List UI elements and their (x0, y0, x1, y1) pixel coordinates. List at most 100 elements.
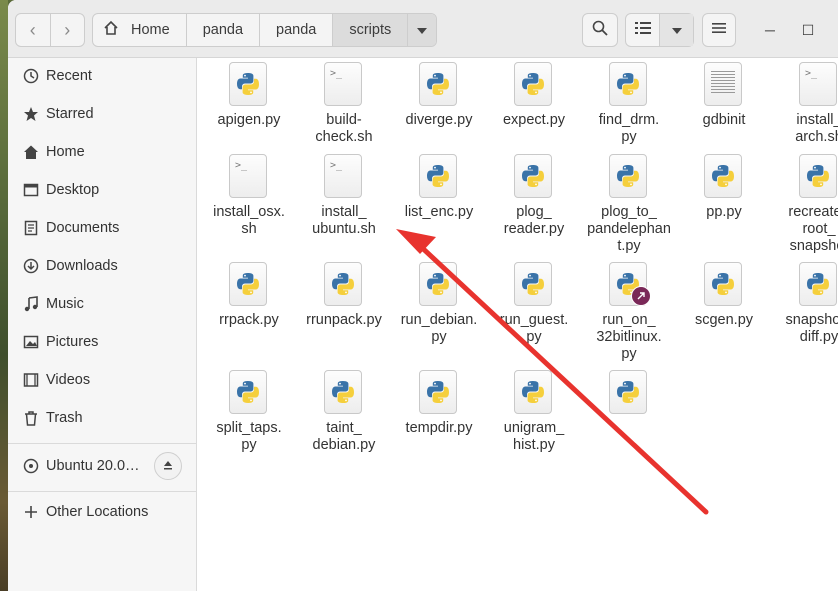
python-file-icon (799, 154, 838, 200)
sidebar-item-starred[interactable]: Starred (8, 96, 197, 132)
python-file-icon (419, 262, 459, 308)
file-item-plog-reader-py[interactable]: plog_ reader.py (486, 154, 582, 238)
sidebar-item-label: Music (46, 296, 84, 312)
file-item-rrunpack-py[interactable]: rrunpack.py (296, 262, 392, 329)
list-view-icon (634, 21, 651, 40)
breadcrumb-label: panda (202, 22, 244, 38)
breadcrumb-menu-button[interactable] (408, 14, 436, 46)
sidebar-item-videos[interactable]: Videos (8, 362, 197, 398)
search-button[interactable] (582, 13, 618, 47)
file-name: install_ arch.sh (795, 112, 838, 145)
sidebar-item-other-locations[interactable]: Other Locations (8, 494, 197, 530)
file-item-unigram-hist-py[interactable]: unigram_ hist.py (486, 370, 582, 454)
sidebar-item-label: Starred (46, 106, 94, 122)
file-item-apigen-py[interactable]: apigen.py (201, 62, 297, 129)
file-item-pp-py[interactable]: pp.py (676, 154, 772, 221)
videos-icon (22, 371, 40, 389)
breadcrumb-panda-2[interactable]: panda (260, 14, 334, 46)
breadcrumb-home[interactable]: Home (93, 14, 187, 46)
file-item-snapshot-diff-py[interactable]: snapshot_ diff.py (771, 262, 838, 346)
file-name: run_debian. py (400, 312, 478, 345)
maximize-button[interactable]: ☐ (798, 20, 818, 40)
file-item-recreate-root-snapshot[interactable]: recreate_ root_ snapshot (771, 154, 838, 255)
minimize-button[interactable]: ─ (760, 20, 780, 40)
file-name: rrunpack.py (306, 312, 382, 328)
sidebar-item-label: Downloads (46, 258, 118, 274)
file-name: apigen.py (217, 112, 281, 128)
sidebar-item-documents[interactable]: Documents (8, 210, 197, 246)
home-icon (22, 143, 40, 161)
caret-down-icon (671, 21, 682, 39)
view-options-button[interactable] (659, 14, 693, 46)
file-name: build- check.sh (315, 112, 373, 145)
python-file-icon (704, 154, 744, 200)
file-name: diverge.py (405, 112, 473, 128)
shell-script-icon: >_ (324, 62, 364, 108)
file-name: rrpack.py (219, 312, 279, 328)
file-item-tempdir-py[interactable]: tempdir.py (391, 370, 487, 437)
trash-icon (22, 409, 40, 427)
file-item-plog-to-pandelephant-py[interactable]: plog_to_ pandelephan t.py (581, 154, 677, 255)
drive-icon (22, 457, 40, 475)
file-item-item[interactable] (581, 370, 677, 420)
symlink-icon (631, 286, 651, 306)
python-file-icon (229, 370, 269, 416)
python-file-icon (324, 370, 364, 416)
file-item-build-check-sh[interactable]: >_ build- check.sh (296, 62, 392, 146)
file-item-split-taps-py[interactable]: split_taps. py (201, 370, 297, 454)
sidebar-item-home[interactable]: Home (8, 134, 197, 170)
file-item-install-ubuntu-sh[interactable]: >_ install_ ubuntu.sh (296, 154, 392, 238)
file-name: snapshot_ diff.py (785, 312, 838, 345)
file-item-expect-py[interactable]: expect.py (486, 62, 582, 129)
back-button[interactable]: ‹ (16, 14, 50, 46)
file-item-taint-debian-py[interactable]: taint_ debian.py (296, 370, 392, 454)
file-name: plog_to_ pandelephan t.py (587, 204, 671, 254)
breadcrumb-panda-1[interactable]: panda (187, 14, 261, 46)
desktop-background (0, 0, 8, 591)
file-name: tempdir.py (405, 420, 473, 436)
file-name: recreate_ root_ snapshot (788, 204, 838, 254)
file-item-scgen-py[interactable]: scgen.py (676, 262, 772, 329)
download-icon (22, 257, 40, 275)
home-icon (103, 20, 119, 40)
sidebar-item-label: Videos (46, 372, 91, 388)
file-item-run-on-32bitlinux-py[interactable]: run_on_ 32bitlinux. py (581, 262, 677, 363)
forward-button[interactable]: › (49, 14, 85, 46)
eject-button[interactable] (154, 452, 182, 480)
file-name: install_osx. sh (213, 204, 285, 237)
menu-button[interactable] (702, 13, 736, 47)
sidebar-item-trash[interactable]: Trash (8, 400, 197, 436)
python-file-icon (514, 154, 554, 200)
file-item-run-debian-py[interactable]: run_debian. py (391, 262, 487, 346)
breadcrumb-label: panda (276, 22, 317, 38)
plus-icon (22, 503, 40, 521)
breadcrumb-scripts[interactable]: scripts (333, 14, 409, 46)
sidebar-item-label: Recent (46, 68, 92, 84)
python-file-icon (609, 262, 651, 308)
chevron-right-icon: › (64, 19, 71, 40)
sidebar-item-downloads[interactable]: Downloads (8, 248, 197, 284)
python-file-icon (419, 154, 459, 200)
file-item-diverge-py[interactable]: diverge.py (391, 62, 487, 129)
list-view-button[interactable] (626, 14, 659, 46)
file-item-find-drm-py[interactable]: find_drm. py (581, 62, 677, 146)
file-name: gdbinit (702, 112, 746, 128)
sidebar-item-label: Other Locations (46, 504, 149, 520)
python-file-icon (514, 262, 554, 308)
file-name: expect.py (502, 112, 566, 128)
sidebar-divider (8, 491, 197, 492)
file-item-list-enc-py[interactable]: list_enc.py (391, 154, 487, 221)
file-item-install-osx-sh[interactable]: >_ install_osx. sh (201, 154, 297, 238)
file-name: pp.py (706, 204, 742, 220)
file-item-install-arch-sh[interactable]: >_ install_ arch.sh (771, 62, 838, 146)
sidebar: Recent Starred Home Desktop Documents Do… (8, 58, 197, 591)
file-item-run-guest-py[interactable]: run_guest. py (486, 262, 582, 346)
sidebar-item-pictures[interactable]: Pictures (8, 324, 197, 360)
sidebar-item-recent[interactable]: Recent (8, 58, 197, 94)
file-item-gdbinit[interactable]: gdbinit (676, 62, 772, 129)
eject-icon (163, 460, 173, 473)
sidebar-item-desktop[interactable]: Desktop (8, 172, 197, 208)
python-file-icon (324, 262, 364, 308)
file-item-rrpack-py[interactable]: rrpack.py (201, 262, 297, 329)
sidebar-item-music[interactable]: Music (8, 286, 197, 322)
